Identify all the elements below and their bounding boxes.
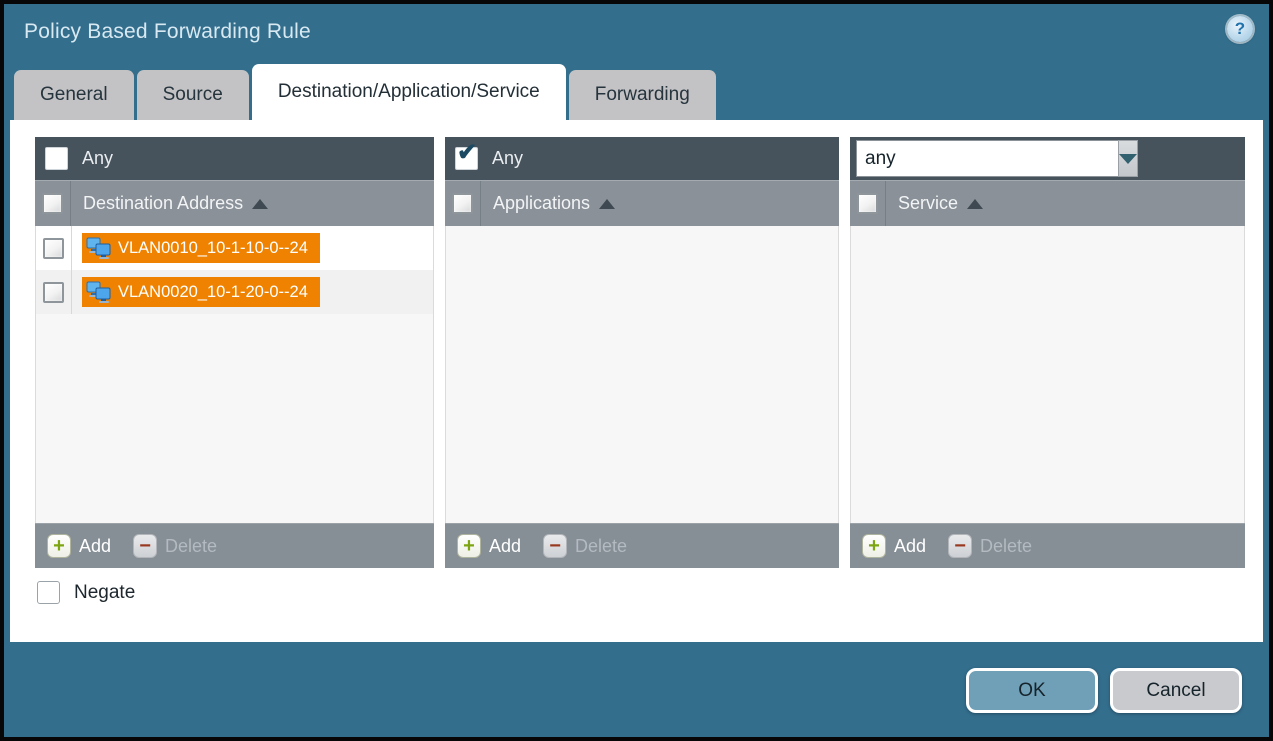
- delete-button[interactable]: − Delete: [133, 534, 217, 558]
- negate-checkbox[interactable]: [37, 581, 60, 604]
- row-checkbox[interactable]: [43, 238, 64, 259]
- destination-header-gutter: [35, 181, 71, 226]
- applications-footer: + Add − Delete: [445, 523, 839, 568]
- service-header-label[interactable]: Service: [898, 193, 983, 214]
- applications-column: ✔ Any Applications + Add − Delete: [445, 137, 839, 568]
- add-icon: +: [457, 534, 481, 558]
- service-dropdown-button[interactable]: [1118, 140, 1138, 177]
- service-footer: + Add − Delete: [850, 523, 1245, 568]
- address-item-chip[interactable]: VLAN0010_10-1-10-0--24: [82, 233, 320, 263]
- service-list: [850, 226, 1245, 523]
- table-row: VLAN0020_10-1-20-0--24: [36, 270, 433, 314]
- service-header-text: Service: [898, 193, 958, 214]
- service-table-header: Service: [850, 180, 1245, 226]
- add-icon: +: [47, 534, 71, 558]
- row-gutter: [36, 270, 72, 314]
- add-button[interactable]: + Add: [862, 534, 926, 558]
- policy-based-forwarding-dialog: Policy Based Forwarding Rule ? General S…: [0, 0, 1273, 741]
- address-item-label: VLAN0010_10-1-10-0--24: [118, 239, 308, 258]
- applications-list: [445, 226, 839, 523]
- row-gutter: [36, 226, 72, 270]
- negate-label: Negate: [74, 582, 135, 604]
- service-dropdown-input[interactable]: [856, 140, 1118, 177]
- tab-bar: General Source Destination/Application/S…: [14, 64, 716, 120]
- tab-source[interactable]: Source: [137, 70, 249, 120]
- delete-label: Delete: [980, 536, 1032, 557]
- add-button[interactable]: + Add: [457, 534, 521, 558]
- tab-forwarding[interactable]: Forwarding: [569, 70, 716, 120]
- row-checkbox[interactable]: [43, 282, 64, 303]
- add-label: Add: [489, 536, 521, 557]
- destination-any-label: Any: [82, 148, 113, 169]
- network-icon: [86, 236, 112, 260]
- destination-footer: + Add − Delete: [35, 523, 434, 568]
- add-icon: +: [862, 534, 886, 558]
- destination-any-bar: Any: [35, 137, 434, 180]
- destination-header-label[interactable]: Destination Address: [83, 193, 268, 214]
- delete-icon: −: [133, 534, 157, 558]
- service-header-gutter: [850, 181, 886, 226]
- negate-option: Negate: [37, 581, 135, 604]
- applications-header-gutter: [445, 181, 481, 226]
- destination-table-header: Destination Address: [35, 180, 434, 226]
- delete-label: Delete: [575, 536, 627, 557]
- cancel-button[interactable]: Cancel: [1110, 668, 1242, 713]
- destination-list: VLAN0010_10-1-10-0--24: [35, 226, 434, 523]
- service-dropdown-bar: [850, 137, 1245, 180]
- delete-button[interactable]: − Delete: [948, 534, 1032, 558]
- add-label: Add: [894, 536, 926, 557]
- checkmark-icon: ✔: [457, 141, 477, 165]
- applications-header-text: Applications: [493, 193, 590, 214]
- network-icon: [86, 280, 112, 304]
- applications-select-all-checkbox[interactable]: [452, 193, 473, 214]
- applications-table-header: Applications: [445, 180, 839, 226]
- sort-asc-icon: [967, 199, 983, 209]
- sort-asc-icon: [252, 199, 268, 209]
- service-column: Service + Add − Delete: [850, 137, 1245, 568]
- delete-label: Delete: [165, 536, 217, 557]
- destination-header-text: Destination Address: [83, 193, 243, 214]
- tab-destination-application-service[interactable]: Destination/Application/Service: [252, 64, 566, 120]
- content-panel: Any Destination Address: [10, 120, 1263, 642]
- applications-header-label[interactable]: Applications: [493, 193, 615, 214]
- dialog-title: Policy Based Forwarding Rule: [24, 20, 311, 44]
- applications-any-label: Any: [492, 148, 523, 169]
- tab-general[interactable]: General: [14, 70, 134, 120]
- table-row: VLAN0010_10-1-10-0--24: [36, 226, 433, 270]
- add-label: Add: [79, 536, 111, 557]
- service-select-all-checkbox[interactable]: [857, 193, 878, 214]
- delete-button[interactable]: − Delete: [543, 534, 627, 558]
- destination-address-column: Any Destination Address: [35, 137, 434, 568]
- add-button[interactable]: + Add: [47, 534, 111, 558]
- applications-any-checkbox[interactable]: ✔: [455, 147, 478, 170]
- help-icon[interactable]: ?: [1227, 16, 1253, 42]
- applications-any-bar: ✔ Any: [445, 137, 839, 180]
- address-item-chip[interactable]: VLAN0020_10-1-20-0--24: [82, 277, 320, 307]
- delete-icon: −: [948, 534, 972, 558]
- ok-button[interactable]: OK: [966, 668, 1098, 713]
- destination-any-checkbox[interactable]: [45, 147, 68, 170]
- chevron-down-icon: [1119, 154, 1137, 164]
- address-item-label: VLAN0020_10-1-20-0--24: [118, 283, 308, 302]
- destination-select-all-checkbox[interactable]: [42, 193, 63, 214]
- delete-icon: −: [543, 534, 567, 558]
- sort-asc-icon: [599, 199, 615, 209]
- service-dropdown: [856, 140, 1116, 177]
